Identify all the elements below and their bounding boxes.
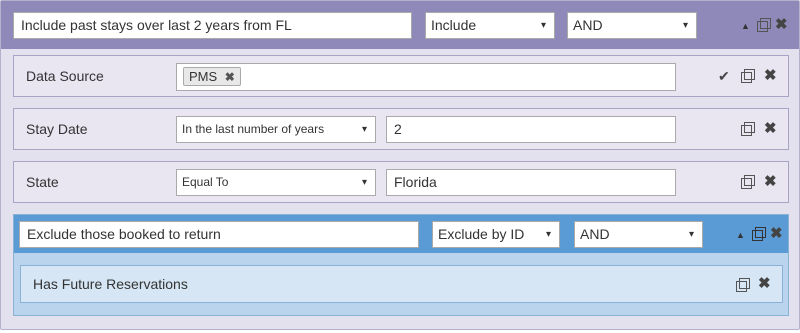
exclude-subgroup: Exclude those booked to return Exclude b… [13, 214, 789, 316]
close-icon[interactable]: ✖ [764, 68, 777, 83]
tag-label: PMS [189, 69, 218, 84]
include-group-header: Include past stays over last 2 years fro… [1, 1, 799, 49]
state-value-input[interactable]: Florida [386, 169, 676, 196]
tag-pms: PMS ✖ [183, 67, 241, 86]
tag-remove-icon[interactable]: ✖ [225, 70, 235, 84]
chevron-down-icon: ▾ [545, 229, 551, 240]
close-icon[interactable]: ✖ [764, 121, 777, 136]
copy-icon[interactable] [757, 18, 771, 32]
chevron-down-icon: ▾ [688, 229, 694, 240]
close-icon[interactable]: ✖ [764, 174, 777, 189]
chevron-down-icon: ▾ [361, 177, 367, 188]
stay-date-value-input[interactable]: 2 [386, 116, 676, 143]
collapse-up-icon[interactable]: ▲ [736, 228, 745, 242]
include-group: Include past stays over last 2 years fro… [0, 0, 800, 330]
subgroup-mode-select[interactable]: Exclude by ID ▾ [432, 221, 560, 248]
condition-label: Data Source [26, 68, 104, 84]
exclude-subgroup-header: Exclude those booked to return Exclude b… [14, 215, 788, 253]
copy-icon[interactable] [736, 278, 750, 292]
close-icon[interactable]: ✖ [775, 17, 788, 32]
subgroup-mode-value: Exclude by ID [438, 226, 525, 242]
data-source-tag-input[interactable]: PMS ✖ [176, 63, 676, 91]
chevron-down-icon: ▾ [361, 124, 367, 135]
condition-row-state: State Equal To ▾ Florida ✖ [13, 161, 789, 203]
copy-icon[interactable] [752, 227, 766, 241]
close-icon[interactable]: ✖ [770, 226, 783, 241]
operator-value: Equal To [182, 175, 229, 189]
condition-row-future-reservations: Has Future Reservations ✖ [20, 265, 783, 303]
condition-row-data-source: Data Source PMS ✖ ✔ ✖ [13, 55, 789, 97]
group-logic-select[interactable]: AND ▾ [567, 12, 697, 39]
condition-row-stay-date: Stay Date In the last number of years ▾ … [13, 108, 789, 150]
group-mode-select[interactable]: Include ▾ [425, 12, 555, 39]
operator-value: In the last number of years [182, 122, 325, 136]
chevron-down-icon: ▾ [682, 20, 688, 31]
close-icon[interactable]: ✖ [758, 276, 771, 291]
group-logic-value: AND [573, 17, 603, 33]
check-icon[interactable]: ✔ [718, 69, 730, 83]
stay-date-operator-select[interactable]: In the last number of years ▾ [176, 116, 376, 143]
copy-icon[interactable] [741, 175, 755, 189]
condition-label: State [26, 174, 59, 190]
group-name-input[interactable]: Include past stays over last 2 years fro… [13, 12, 412, 39]
subgroup-logic-select[interactable]: AND ▾ [574, 221, 703, 248]
chevron-down-icon: ▾ [540, 20, 546, 31]
group-mode-value: Include [431, 17, 477, 33]
state-operator-select[interactable]: Equal To ▾ [176, 169, 376, 196]
subgroup-name-input[interactable]: Exclude those booked to return [19, 221, 419, 248]
subgroup-logic-value: AND [580, 226, 610, 242]
condition-label: Has Future Reservations [33, 276, 188, 292]
copy-icon[interactable] [741, 122, 755, 136]
copy-icon[interactable] [741, 69, 755, 83]
condition-label: Stay Date [26, 121, 88, 137]
collapse-up-icon[interactable]: ▲ [741, 19, 750, 33]
